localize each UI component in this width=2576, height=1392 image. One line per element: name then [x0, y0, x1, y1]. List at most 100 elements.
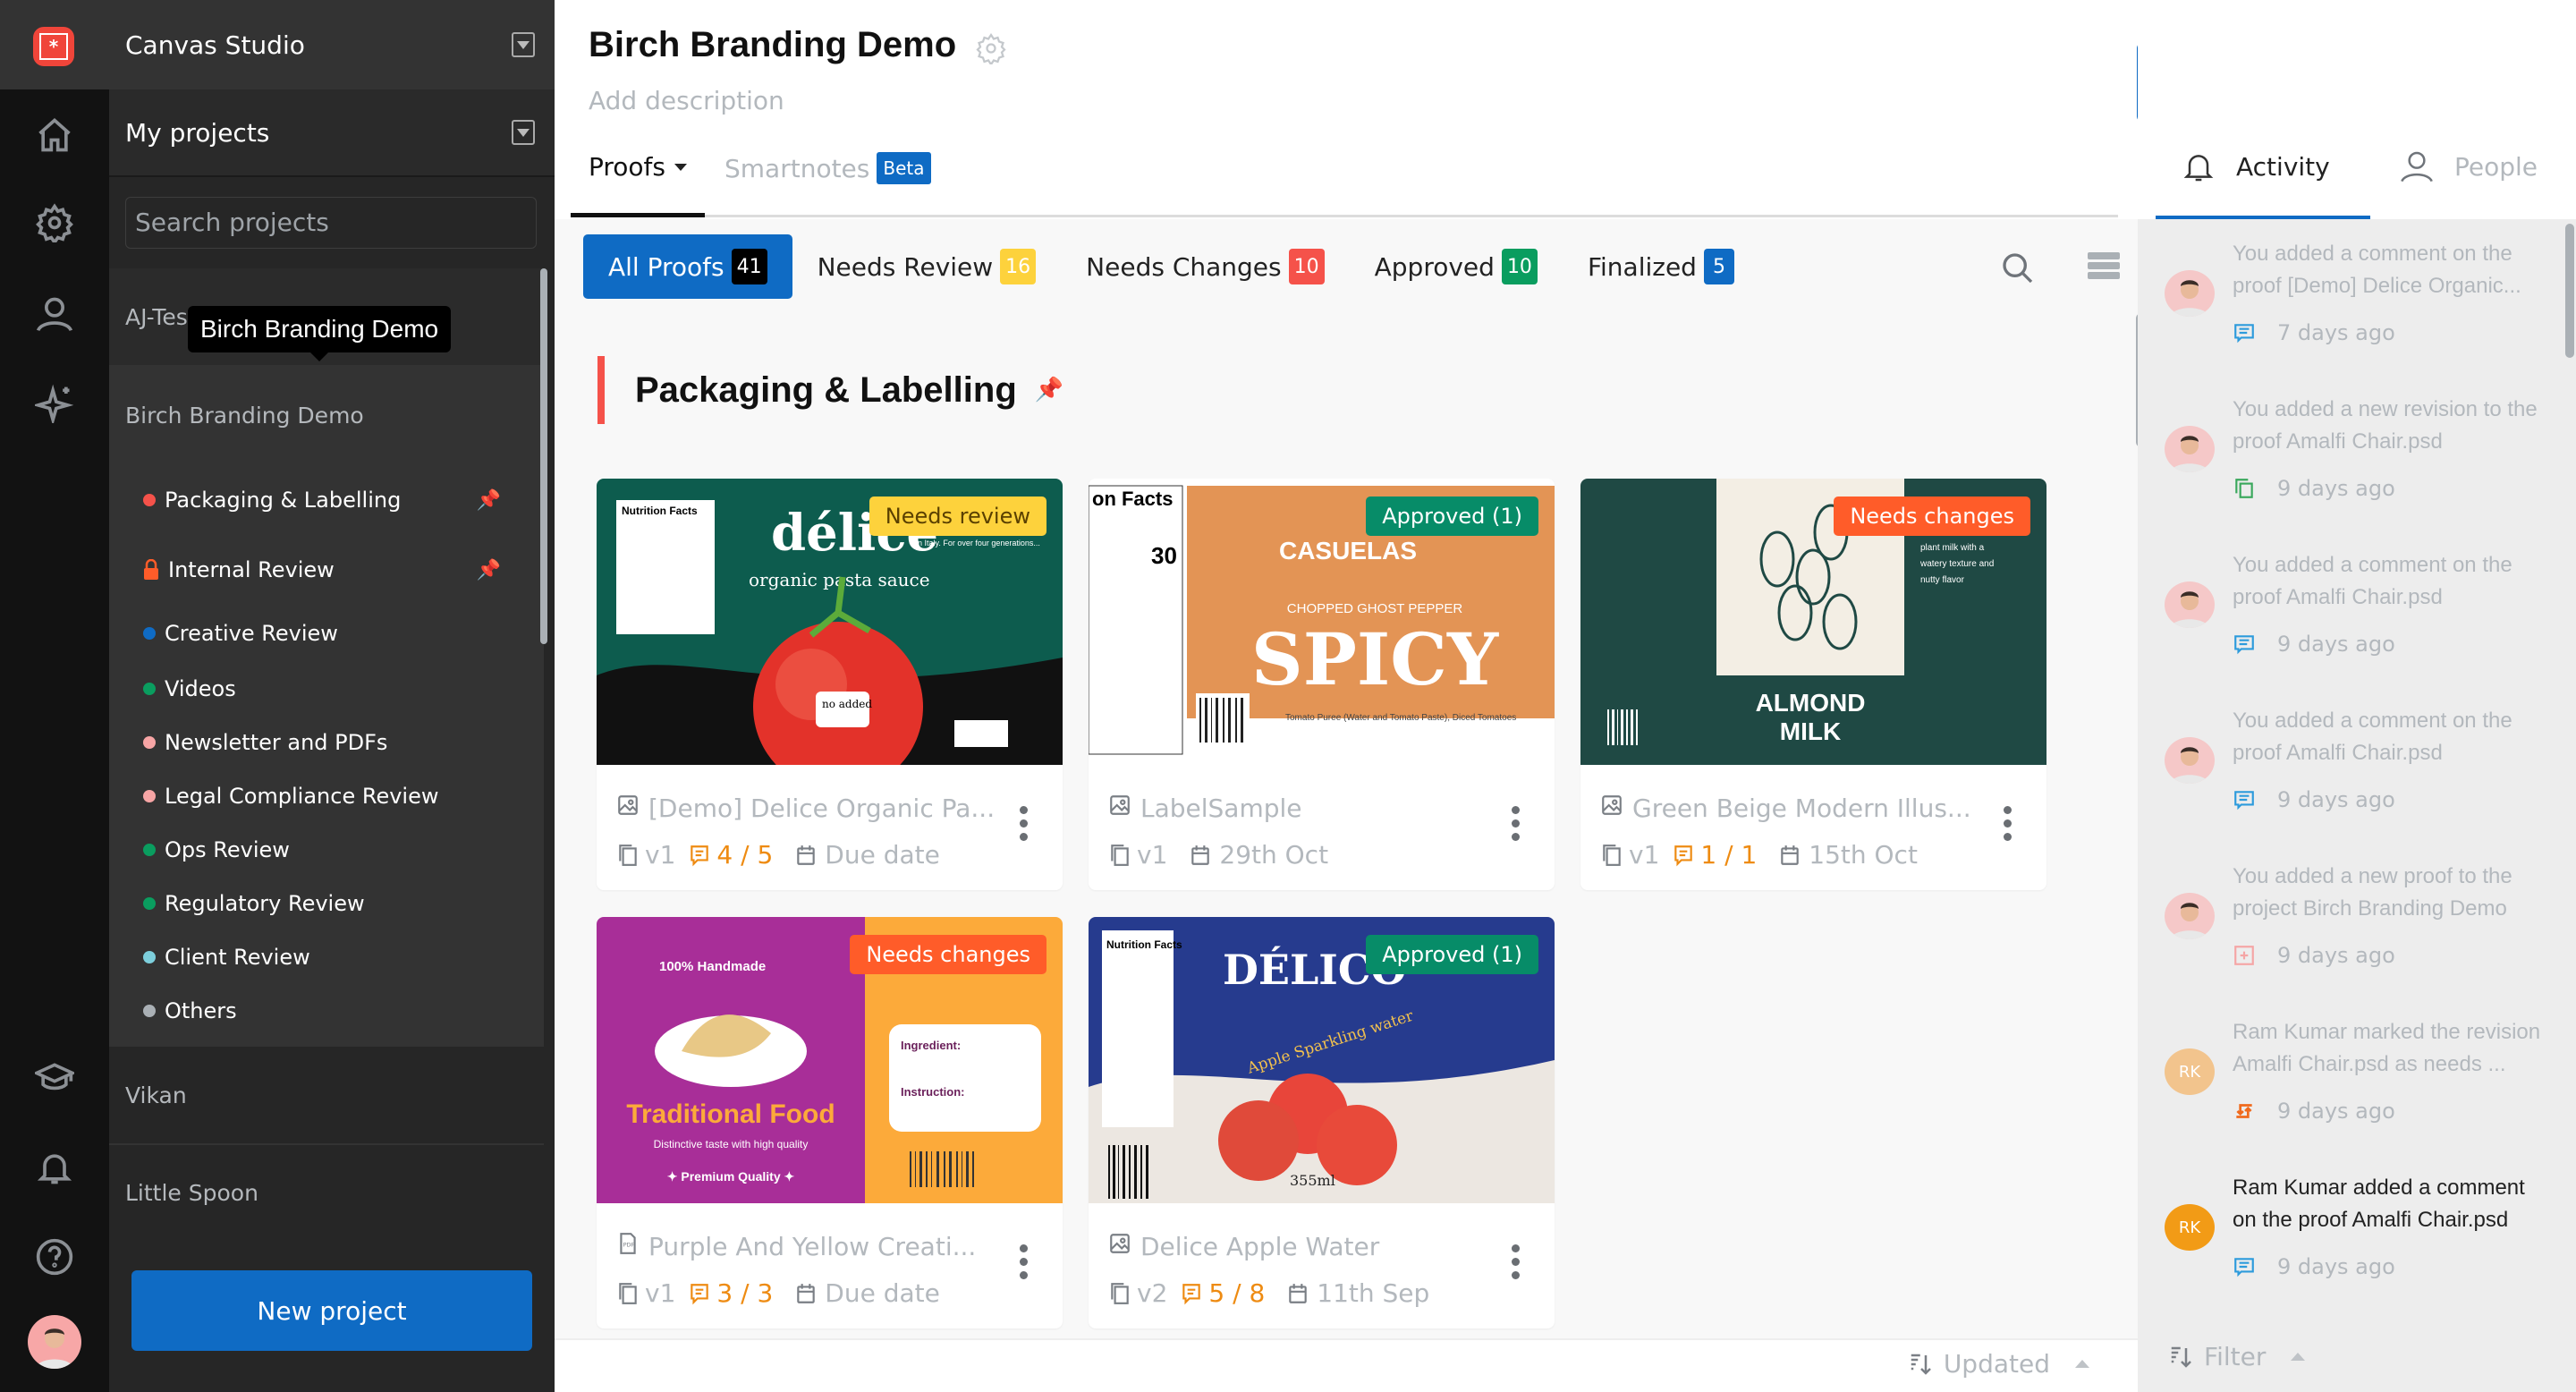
graduation-cap-icon[interactable]: [32, 1056, 77, 1100]
bell-icon[interactable]: [32, 1145, 77, 1190]
proof-card[interactable]: on Facts 30 CASUELAS CHOPPED GHOST PEPPER SP…: [1089, 479, 1555, 890]
activity-item[interactable]: You added a comment on the proof Amalfi …: [2138, 691, 2576, 846]
tab-smartnotes[interactable]: Smartnotes Beta: [724, 152, 931, 184]
folder-item[interactable]: Internal Review 📌: [109, 535, 544, 605]
activity-item[interactable]: RK Ram Kumar added a comment on the proof…: [2138, 1158, 2576, 1313]
proof-title[interactable]: LabelSample: [1108, 794, 1302, 823]
due-date[interactable]: 11th Sep: [1286, 1278, 1429, 1308]
folder-color-dot: [143, 897, 156, 910]
comment-count[interactable]: 1 / 1: [1672, 840, 1757, 870]
workspace-switcher[interactable]: Canvas Studio: [109, 0, 555, 89]
version-label: v1: [645, 840, 676, 870]
folder-item[interactable]: Legal Compliance Review: [109, 769, 544, 823]
sort-updated-button[interactable]: Updated: [1908, 1349, 2089, 1379]
filter-count-badge: 16: [1000, 249, 1037, 284]
comment-count[interactable]: 4 / 5: [688, 840, 773, 870]
filter-tab-all-proofs[interactable]: All Proofs 41: [583, 234, 792, 299]
more-options-icon[interactable]: [1512, 806, 1521, 841]
search-projects-input[interactable]: Search projects: [125, 197, 537, 249]
activity-item[interactable]: You added a comment on the proof Amalfi …: [2138, 535, 2576, 691]
proof-card[interactable]: ALMOND MILK plant milk with a watery textur…: [1580, 479, 2046, 890]
projects-sidebar: Canvas Studio My projects Search project…: [109, 0, 555, 1392]
proof-title[interactable]: Green Beige Modern Illus...: [1600, 794, 1971, 823]
proof-card[interactable]: 100% Handmade Traditional Food Distinctive…: [597, 917, 1063, 1328]
svg-text:CASUELAS: CASUELAS: [1279, 537, 1417, 564]
folder-item[interactable]: Client Review: [109, 930, 544, 984]
tab-activity[interactable]: Activity: [2181, 149, 2330, 184]
due-date[interactable]: 15th Oct: [1778, 840, 1918, 870]
due-date[interactable]: Due date: [794, 1278, 940, 1308]
home-icon[interactable]: [32, 113, 77, 157]
sidebar-scrollbar[interactable]: [540, 268, 547, 644]
activity-item[interactable]: RK Ram Kumar marked the revision Amalfi C…: [2138, 1002, 2576, 1158]
filter-tab-approved[interactable]: Approved 10: [1350, 234, 1563, 299]
user-icon: [2401, 151, 2433, 182]
project-settings-icon[interactable]: [975, 32, 1007, 64]
help-icon[interactable]: [32, 1235, 77, 1279]
due-date[interactable]: Due date: [794, 840, 940, 870]
proof-card[interactable]: Nutrition Facts délice organic pasta sauce…: [597, 479, 1063, 890]
sparkle-icon[interactable]: [32, 381, 77, 426]
activity-filter-button[interactable]: Filter: [2168, 1342, 2306, 1371]
activity-time: 9 days ago: [2277, 632, 2395, 657]
folder-item[interactable]: Videos: [109, 662, 544, 716]
activity-item[interactable]: You added a comment on the proof [Demo] …: [2138, 224, 2576, 379]
filter-label: Finalized: [1587, 251, 1697, 282]
project-item-little-spoon[interactable]: Little Spoon: [109, 1143, 544, 1235]
due-date[interactable]: 29th Oct: [1189, 840, 1328, 870]
tooltip: Birch Branding Demo: [188, 306, 452, 361]
gear-icon[interactable]: [32, 200, 77, 245]
pin-icon[interactable]: 📌: [1035, 377, 1063, 403]
more-options-icon[interactable]: [1020, 1244, 1029, 1279]
comment-count[interactable]: 3 / 3: [688, 1278, 773, 1308]
activity-time: 9 days ago: [2277, 943, 2395, 968]
comment-icon: [2233, 321, 2256, 344]
activity-time: 9 days ago: [2277, 476, 2395, 501]
activity-item[interactable]: You added a new revision to the proof Am…: [2138, 379, 2576, 535]
more-options-icon[interactable]: [2004, 806, 2012, 841]
project-item-birch-branding-demo[interactable]: Birch Branding Demo Packaging & Labellin…: [109, 365, 544, 1047]
proof-title[interactable]: Delice Apple Water: [1108, 1232, 1379, 1261]
project-item-vikan[interactable]: Vikan: [109, 1047, 544, 1143]
filter-tab-needs-review[interactable]: Needs Review 16: [792, 234, 1062, 299]
proof-title[interactable]: PDF Purple And Yellow Creati...: [616, 1232, 976, 1261]
svg-text:SPICY: SPICY: [1251, 617, 1499, 701]
folder-item[interactable]: Ops Review: [109, 823, 544, 877]
more-options-icon[interactable]: [1512, 1244, 1521, 1279]
calendar-icon: [1781, 845, 1800, 865]
project-title[interactable]: Birch Branding Demo: [109, 365, 544, 465]
pin-icon[interactable]: 📌: [477, 489, 501, 512]
filter-tab-needs-changes[interactable]: Needs Changes 10: [1061, 234, 1349, 299]
comment-count-value: 4 / 5: [716, 840, 774, 870]
chevron-down-icon[interactable]: [512, 120, 535, 145]
comment-icon: [1674, 845, 1693, 866]
app-logo[interactable]: *: [33, 27, 74, 66]
folder-color-dot: [143, 736, 156, 749]
more-options-icon[interactable]: [1020, 806, 1029, 841]
tab-proofs[interactable]: Proofs: [589, 152, 687, 182]
comment-count[interactable]: 5 / 8: [1180, 1278, 1265, 1308]
list-view-icon[interactable]: [2088, 252, 2120, 279]
pin-icon[interactable]: 📌: [477, 559, 501, 581]
activity-scrollbar[interactable]: [2565, 224, 2574, 358]
proof-card[interactable]: Nutrition Facts DÉLICO Apple Sparkling wat…: [1089, 917, 1555, 1328]
user-icon[interactable]: [32, 292, 77, 336]
tab-people[interactable]: People: [2399, 149, 2538, 184]
folder-item[interactable]: Creative Review: [109, 605, 544, 662]
folder-item[interactable]: Others: [109, 984, 544, 1038]
proof-title[interactable]: [Demo] Delice Organic Pa...: [616, 794, 995, 823]
my-projects-header[interactable]: My projects: [109, 89, 555, 177]
activity-panel: Activity People You added a comment on t…: [2138, 0, 2576, 1392]
description-field[interactable]: Add description: [589, 86, 784, 115]
new-project-button[interactable]: New project: [131, 1270, 532, 1351]
activity-item[interactable]: You added a new proof to the project Bir…: [2138, 846, 2576, 1002]
folder-item[interactable]: Packaging & Labelling 📌: [109, 465, 544, 535]
filter-tab-finalized[interactable]: Finalized 5: [1563, 234, 1759, 299]
search-icon[interactable]: [2000, 250, 2036, 286]
status-filter-tabs: All Proofs 41 Needs Review 16 Needs Changes 1…: [583, 234, 1759, 299]
folder-item[interactable]: Regulatory Review: [109, 877, 544, 930]
user-avatar[interactable]: [28, 1315, 81, 1369]
folder-item[interactable]: Newsletter and PDFs: [109, 716, 544, 769]
chevron-down-icon[interactable]: [512, 32, 535, 57]
active-tab-indicator: [2156, 216, 2370, 219]
